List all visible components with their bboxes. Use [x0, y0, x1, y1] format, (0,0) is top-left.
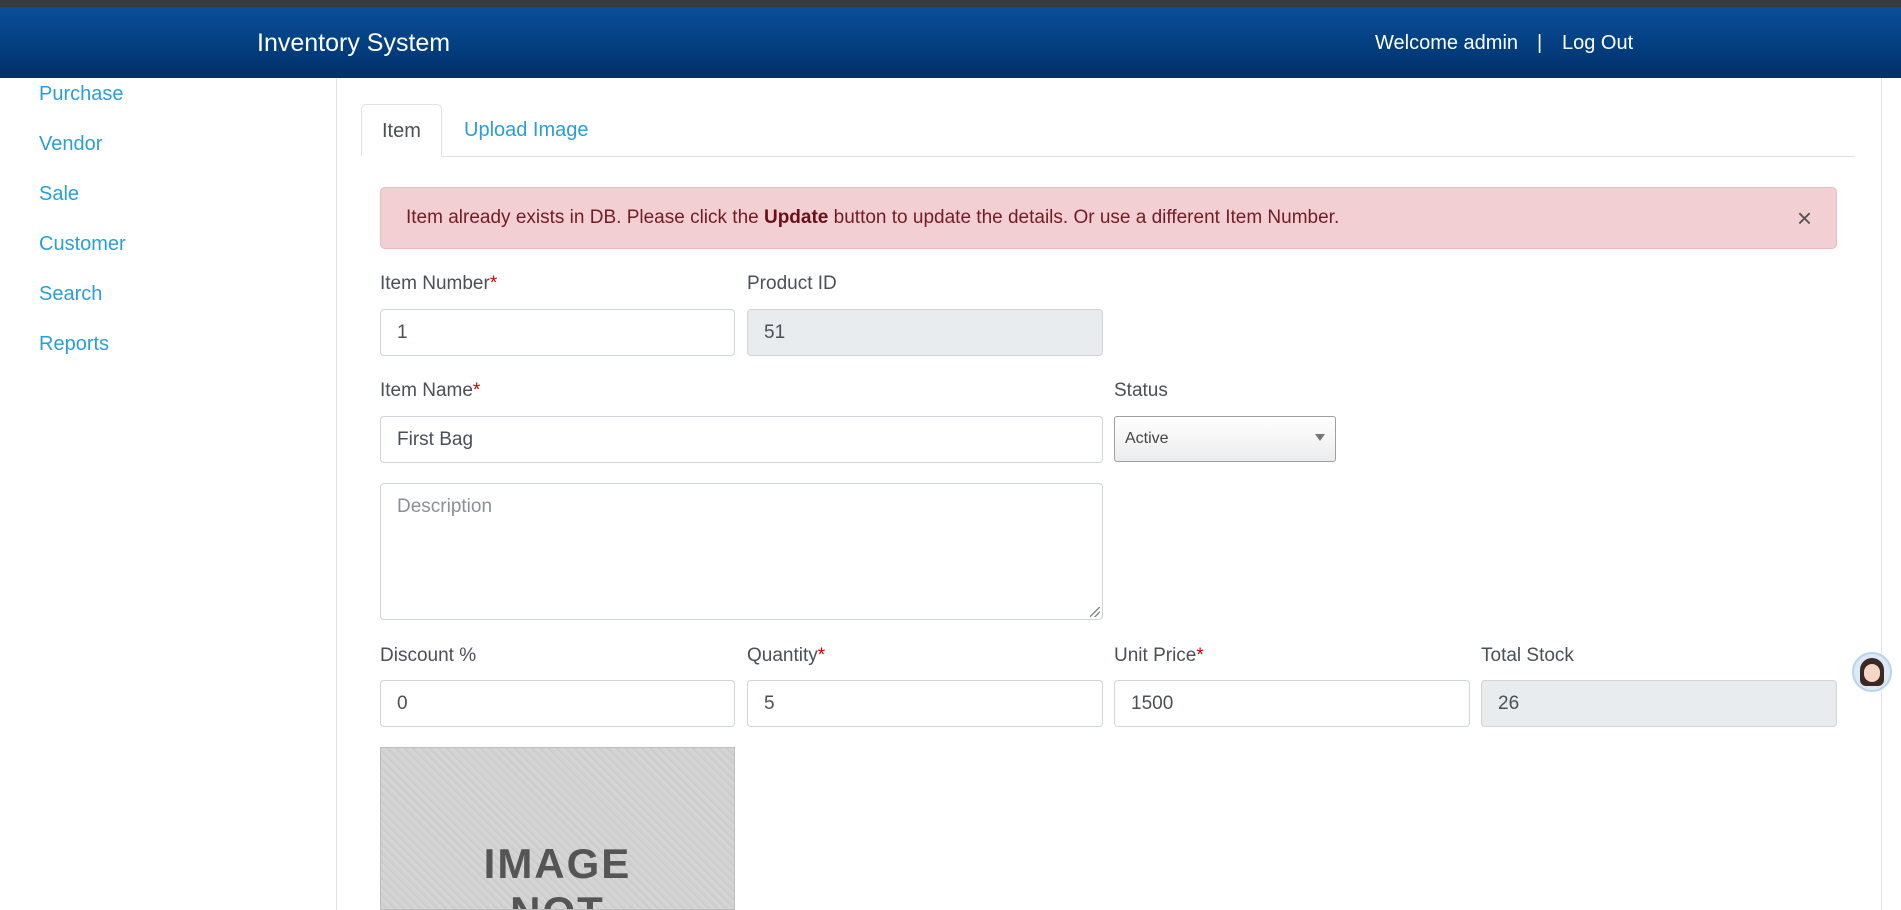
alert-bold-update: Update	[763, 207, 829, 228]
logout-link[interactable]: Log Out	[1562, 32, 1633, 55]
status-label: Status	[1114, 380, 1168, 401]
status-select-value: Active	[1125, 430, 1169, 447]
alert-text-before: Item already exists in DB. Please click …	[406, 207, 764, 228]
welcome-text: Welcome admin	[1375, 32, 1519, 54]
navbar-separator: |	[1537, 32, 1543, 54]
description-textarea[interactable]: Description	[380, 483, 1103, 620]
quantity-field[interactable]: 5	[747, 680, 1103, 727]
chevron-down-icon	[1315, 434, 1325, 441]
tab-item[interactable]: Item	[361, 104, 442, 157]
item-number-label-text: Item Number	[380, 273, 490, 294]
required-marker: *	[489, 273, 498, 294]
app-brand[interactable]: Inventory System	[257, 29, 450, 58]
alert-text-after: button to update the details. Or use a d…	[828, 207, 1340, 228]
sidebar-item-vendor[interactable]: Vendor	[39, 133, 102, 156]
unit-price-label-text: Unit Price	[1114, 645, 1197, 666]
image-placeholder-line1: IMAGE	[483, 840, 632, 887]
resize-grip-icon[interactable]	[1090, 607, 1100, 617]
avatar-face	[1864, 664, 1880, 682]
total-stock-label: Total Stock	[1481, 645, 1574, 666]
item-number-field[interactable]: 1	[380, 309, 735, 356]
quantity-label-text: Quantity	[747, 645, 818, 666]
total-stock-field: 26	[1481, 680, 1837, 727]
sidebar-item-purchase[interactable]: Purchase	[39, 83, 124, 106]
item-name-field[interactable]: First Bag	[380, 416, 1103, 463]
tab-bar: Item Upload Image	[361, 104, 1855, 157]
navbar: Inventory System Welcome admin | Log Out	[0, 7, 1901, 78]
discount-field[interactable]: 0	[380, 680, 735, 727]
tab-upload-image[interactable]: Upload Image	[444, 104, 609, 156]
sidebar: Purchase Vendor Sale Customer Search Rep…	[0, 78, 337, 910]
discount-label: Discount %	[380, 645, 477, 666]
item-image-placeholder: IMAGE NOT	[380, 747, 735, 910]
required-marker: *	[817, 645, 826, 666]
image-placeholder-line2: NOT	[381, 888, 734, 909]
status-select[interactable]: Active	[1114, 416, 1336, 462]
unit-price-field[interactable]: 1500	[1114, 680, 1470, 727]
close-icon[interactable]: ×	[1797, 188, 1812, 248]
required-marker: *	[472, 380, 481, 401]
sidebar-item-customer[interactable]: Customer	[39, 233, 126, 256]
unit-price-label: Unit Price*	[1114, 645, 1204, 667]
top-border	[0, 0, 1901, 7]
item-number-label: Item Number*	[380, 273, 497, 295]
product-id-field: 51	[747, 309, 1103, 356]
sidebar-item-search[interactable]: Search	[39, 283, 102, 306]
item-name-label-text: Item Name	[380, 380, 473, 401]
description-placeholder: Description	[397, 496, 493, 517]
sidebar-item-sale[interactable]: Sale	[39, 183, 79, 206]
sidebar-item-reports[interactable]: Reports	[39, 333, 109, 356]
error-alert: Item already exists in DB. Please click …	[380, 187, 1837, 249]
content-border	[1881, 78, 1882, 910]
product-id-label: Product ID	[747, 273, 837, 294]
quantity-label: Quantity*	[747, 645, 825, 667]
item-name-label: Item Name*	[380, 380, 480, 402]
assistant-avatar-icon[interactable]	[1852, 652, 1892, 692]
required-marker: *	[1196, 645, 1204, 666]
